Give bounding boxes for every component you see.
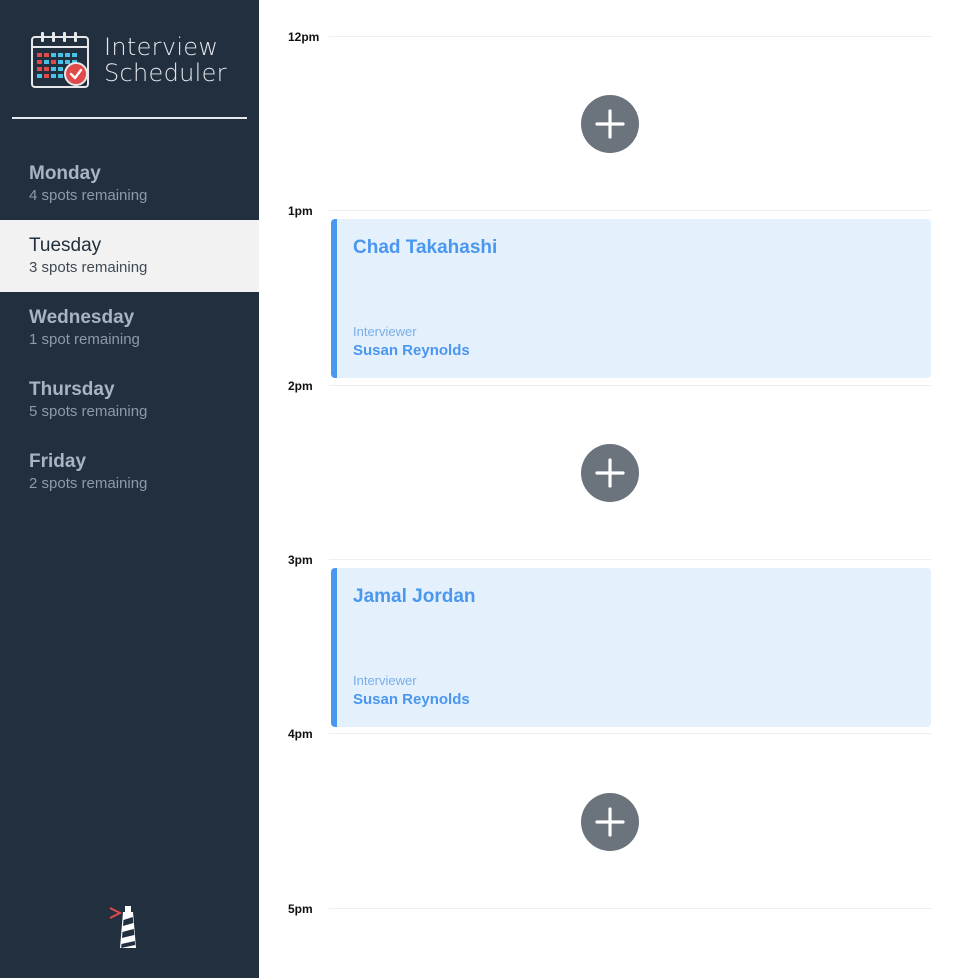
time-label: 12pm <box>288 30 320 44</box>
day-item-monday[interactable]: Monday 4 spots remaining <box>0 148 259 220</box>
student-name: Chad Takahashi <box>353 237 498 258</box>
time-label: 3pm <box>288 553 313 567</box>
lighthouse-icon <box>109 906 136 948</box>
interviewer-name: Susan Reynolds <box>353 691 470 708</box>
brand: Interview Scheduler <box>30 30 250 90</box>
time-label: 4pm <box>288 727 313 741</box>
time-label: 5pm <box>288 902 313 916</box>
day-spots: 2 spots remaining <box>29 475 148 492</box>
interviewer-name: Susan Reynolds <box>353 342 470 359</box>
app-title: Interview Scheduler <box>104 34 227 86</box>
day-item-friday[interactable]: Friday 2 spots remaining <box>0 436 259 508</box>
time-label: 1pm <box>288 204 313 218</box>
slot-divider <box>329 733 931 734</box>
slot-divider <box>329 908 931 909</box>
add-appointment-button[interactable] <box>581 793 639 851</box>
day-item-wednesday[interactable]: Wednesday 1 spot remaining <box>0 292 259 364</box>
day-name: Wednesday <box>29 307 135 328</box>
day-spots: 4 spots remaining <box>29 187 148 204</box>
slot-divider <box>329 385 931 386</box>
slot-divider <box>329 36 931 37</box>
appointment-card[interactable]: Jamal Jordan Interviewer Susan Reynolds <box>331 568 931 727</box>
day-item-tuesday[interactable]: Tuesday 3 spots remaining <box>0 220 259 292</box>
interviewer-label: Interviewer <box>353 673 417 688</box>
plus-icon <box>595 109 625 139</box>
day-name: Monday <box>29 163 101 184</box>
day-item-thursday[interactable]: Thursday 5 spots remaining <box>0 364 259 436</box>
day-spots: 1 spot remaining <box>29 331 140 348</box>
slot-divider <box>329 559 931 560</box>
day-list: Monday 4 spots remaining Tuesday 3 spots… <box>0 148 259 508</box>
slot-divider <box>329 210 931 211</box>
day-name: Friday <box>29 451 87 472</box>
plus-icon <box>595 807 625 837</box>
add-appointment-button[interactable] <box>581 444 639 502</box>
day-spots: 5 spots remaining <box>29 403 148 420</box>
appointment-card[interactable]: Chad Takahashi Interviewer Susan Reynold… <box>331 219 931 378</box>
time-label: 2pm <box>288 379 313 393</box>
day-spots: 3 spots remaining <box>29 259 148 276</box>
calendar-check-icon <box>31 32 89 88</box>
add-appointment-button[interactable] <box>581 95 639 153</box>
app-title-line1: Interview <box>104 33 219 61</box>
plus-icon <box>595 458 625 488</box>
day-name: Tuesday <box>29 235 102 256</box>
sidebar-divider <box>12 117 247 119</box>
student-name: Jamal Jordan <box>353 586 476 607</box>
day-name: Thursday <box>29 379 115 400</box>
sidebar: Interview Scheduler Monday 4 spots remai… <box>0 0 259 978</box>
interviewer-label: Interviewer <box>353 324 417 339</box>
schedule: 12pm 1pm Chad Takahashi Interviewer Susa… <box>259 0 960 978</box>
app-title-line2: Scheduler <box>104 59 227 87</box>
